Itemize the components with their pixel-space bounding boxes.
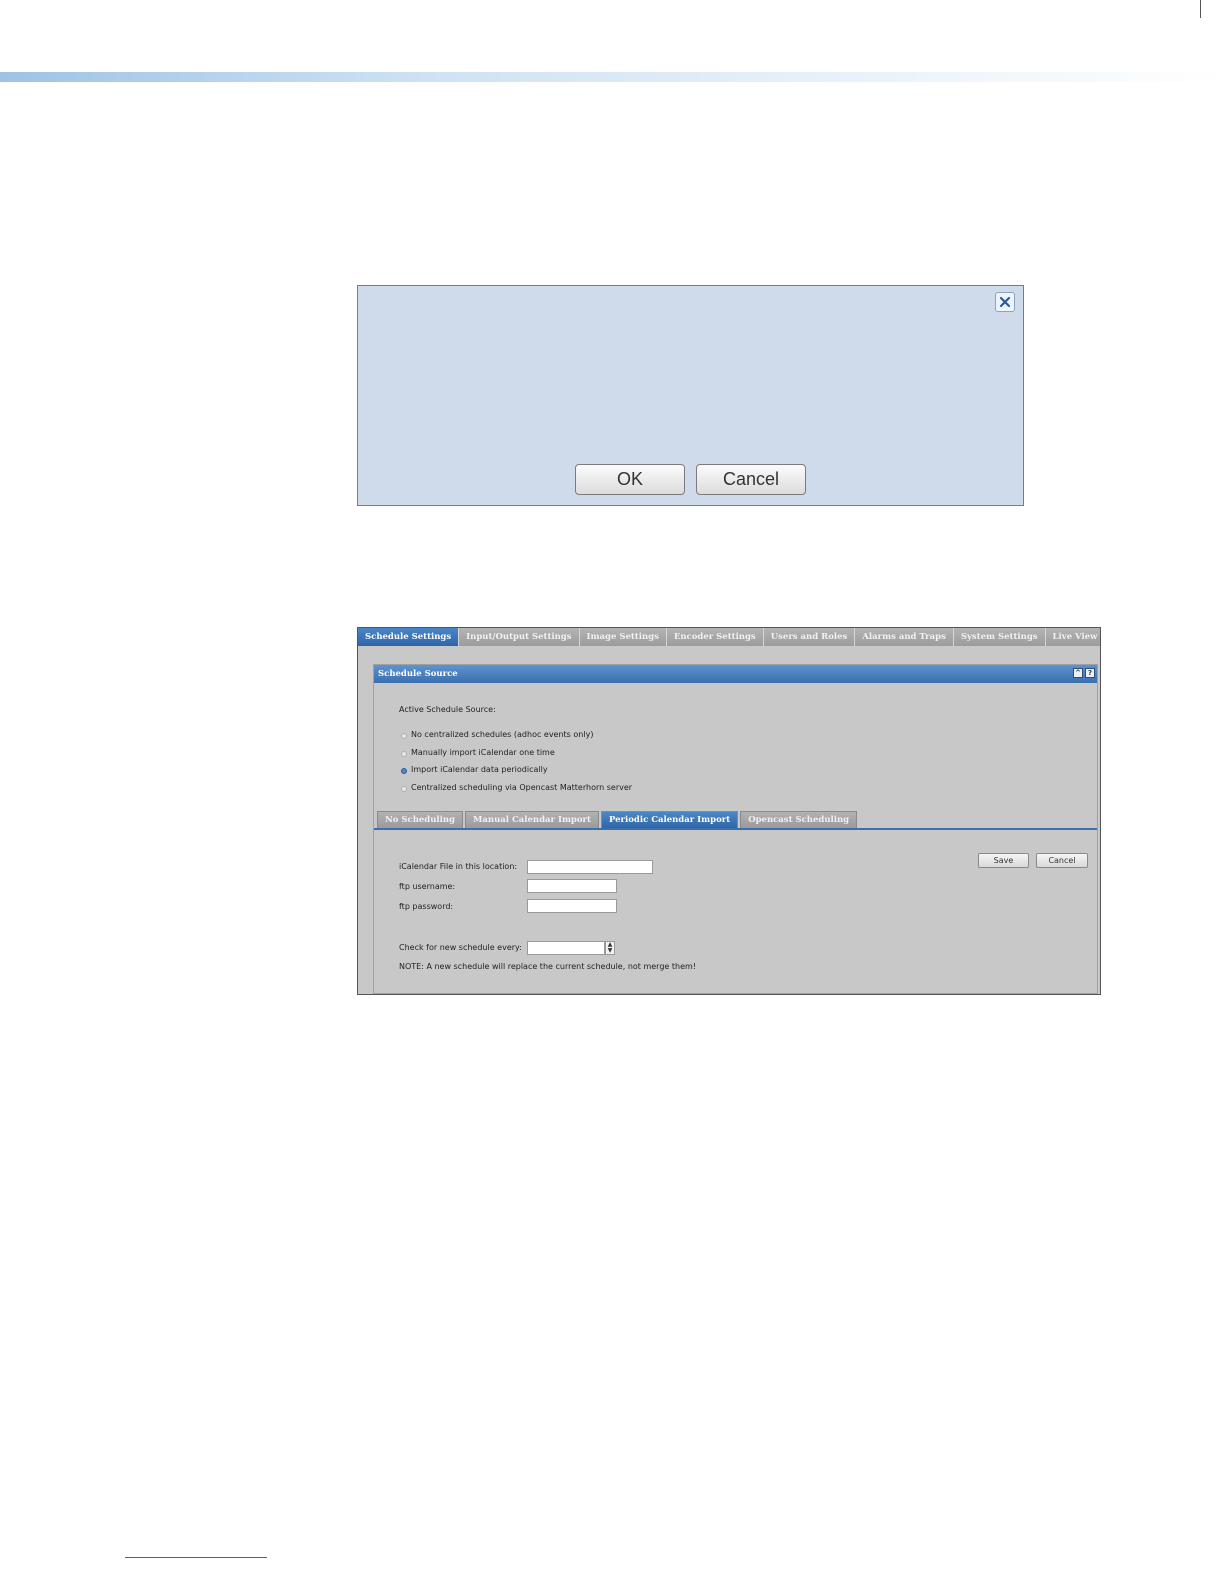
main-tab-bar: Schedule Settings Input/Output Settings … [358, 628, 1100, 646]
username-label: ftp username: [399, 882, 456, 891]
save-button[interactable]: Save [978, 853, 1029, 868]
option-label-manual-import: Manually import iCalendar one time [411, 748, 555, 757]
tab-no-scheduling[interactable]: No Scheduling [377, 811, 464, 828]
confirmation-dialog: OK Cancel [357, 285, 1024, 506]
option-label-periodic-import: Import iCalendar data periodically [411, 765, 548, 774]
close-icon [999, 296, 1011, 308]
check-interval-label: Check for new schedule every: [399, 943, 522, 952]
location-input[interactable] [527, 860, 653, 874]
tab-opencast-scheduling[interactable]: Opencast Scheduling [740, 811, 858, 828]
location-label: iCalendar File in this location: [399, 862, 518, 871]
collapse-icon[interactable]: ^ [1073, 668, 1083, 678]
password-label: ftp password: [399, 902, 454, 911]
note-text: NOTE: A new schedule will replace the cu… [399, 962, 696, 971]
ftp-username-input[interactable] [527, 879, 617, 893]
radio-periodic-import[interactable] [401, 768, 407, 774]
tab-system-settings[interactable]: System Settings [953, 628, 1046, 646]
check-interval-input[interactable] [527, 941, 605, 955]
panel-cancel-button[interactable]: Cancel [1036, 853, 1088, 868]
section-title: Schedule Source [378, 669, 458, 679]
radio-manual-import[interactable] [401, 751, 407, 757]
tab-users-and-roles[interactable]: Users and Roles [763, 628, 856, 646]
page-edge-rule [1200, 0, 1201, 18]
tab-alarms-and-traps[interactable]: Alarms and Traps [855, 628, 954, 646]
active-source-label: Active Schedule Source: [399, 705, 496, 714]
tab-encoder-settings[interactable]: Encoder Settings [666, 628, 764, 646]
page-header-bar [0, 72, 1224, 82]
tab-divider [374, 828, 1097, 830]
tab-manual-calendar-import[interactable]: Manual Calendar Import [465, 811, 599, 828]
ok-button[interactable]: OK [575, 464, 685, 495]
ftp-password-input[interactable] [527, 899, 617, 913]
option-label-no-centralized: No centralized schedules (adhoc events o… [411, 730, 594, 739]
tab-live-view-settings[interactable]: Live View Settings [1045, 628, 1100, 646]
tab-image-settings[interactable]: Image Settings [579, 628, 667, 646]
help-icon[interactable]: ? [1085, 668, 1095, 678]
section-header: Schedule Source ^ ? [374, 665, 1097, 683]
tab-input-output-settings[interactable]: Input/Output Settings [459, 628, 580, 646]
footer-link-rule [125, 1557, 267, 1558]
chevron-down-icon[interactable]: ▼ [606, 948, 614, 954]
dialog-close-button[interactable] [995, 292, 1015, 312]
schedule-source-section: Schedule Source ^ ? Active Schedule Sour… [373, 664, 1098, 994]
interval-stepper[interactable]: ▲ ▼ [605, 941, 615, 955]
tab-periodic-calendar-import[interactable]: Periodic Calendar Import [600, 811, 739, 828]
settings-window: Schedule Settings Input/Output Settings … [357, 627, 1101, 995]
tab-schedule-settings[interactable]: Schedule Settings [358, 628, 460, 646]
radio-no-centralized[interactable] [401, 733, 407, 739]
schedule-type-tabs: No Scheduling Manual Calendar Import Per… [377, 811, 859, 828]
option-label-opencast: Centralized scheduling via Opencast Matt… [411, 783, 633, 792]
cancel-button[interactable]: Cancel [696, 464, 806, 495]
radio-opencast[interactable] [401, 786, 407, 792]
